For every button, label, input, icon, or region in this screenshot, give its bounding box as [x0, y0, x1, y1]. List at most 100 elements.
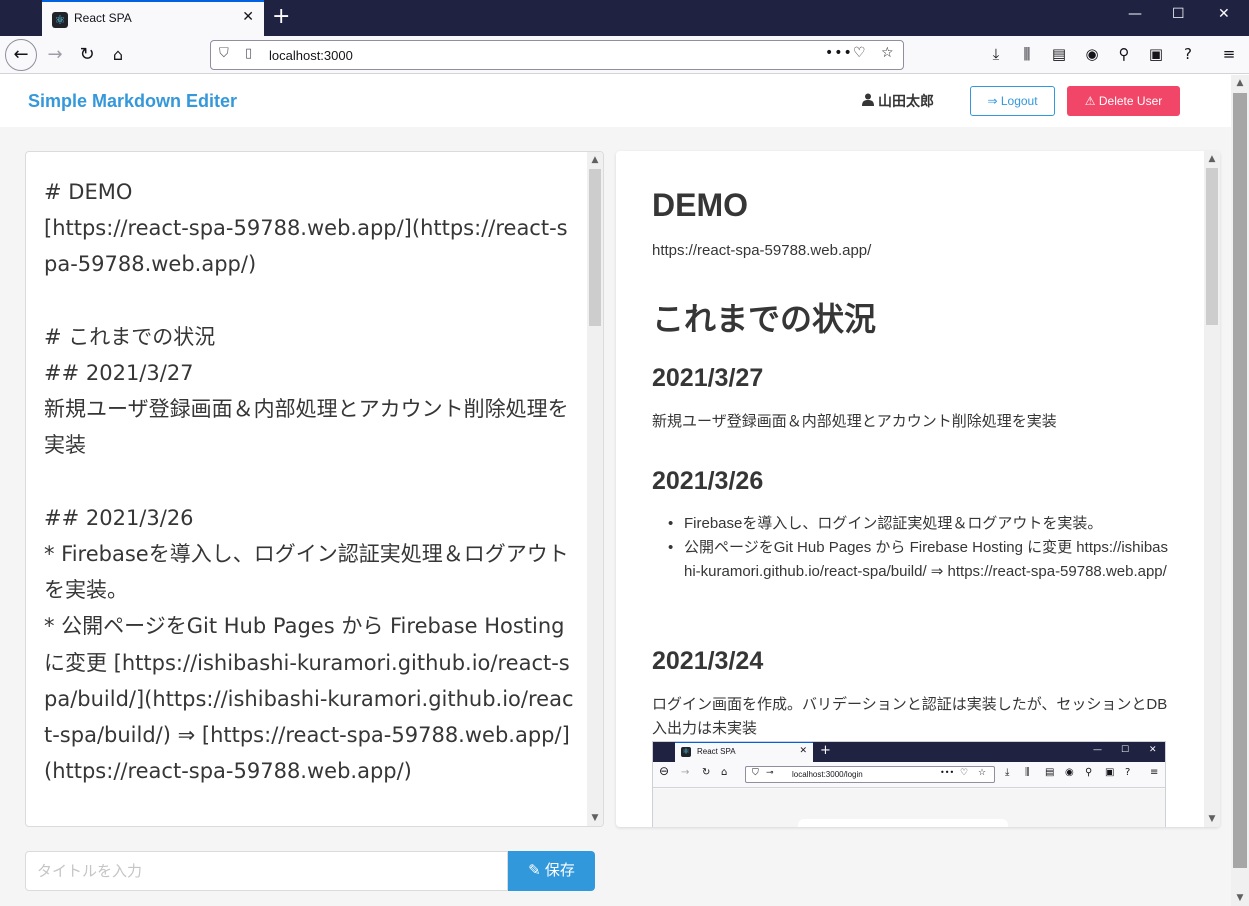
home-icon: ⌂	[721, 767, 728, 778]
shield-icon: ⛉	[752, 768, 759, 778]
preview-paragraph: ログイン画面を作成。バリデーションと認証は実装したが、セッションとDB入出力は未…	[652, 696, 1168, 737]
preview-date-heading: 2021/3/24	[652, 647, 764, 675]
react-icon: ⚛	[681, 747, 691, 757]
download-icon[interactable]: ⤓	[985, 45, 1007, 63]
close-window-button[interactable]: ✕	[1218, 6, 1230, 22]
page-scroll-thumb[interactable]	[1233, 93, 1247, 868]
back-arrow-icon: ⊖	[659, 764, 670, 778]
preview-heading-status: これまでの状況	[652, 301, 877, 337]
pocket-icon: ♡	[960, 768, 969, 778]
reload-icon[interactable]: ↻	[72, 40, 102, 70]
menu-icon[interactable]: ≡	[1218, 45, 1240, 63]
markdown-textarea[interactable]: # DEMO [https://react-spa-59788.web.app/…	[44, 174, 574, 789]
tab-title: React SPA	[74, 11, 132, 25]
maximize-icon: ☐	[1121, 745, 1130, 755]
list-item: 公開ページをGit Hub Pages から Firebase Hosting …	[652, 536, 1172, 584]
key-icon: ⊸	[766, 768, 774, 778]
page-scrollbar[interactable]: ▲ ▼	[1231, 75, 1249, 906]
browser-toolbar: ← → ↻ ⌂ ⛉ ▯ localhost:3000 ••• ♡ ☆ ⤓ ⫼ ▤…	[0, 36, 1249, 74]
preview-paragraph: 新規ユーザ登録画面＆内部処理とアカウント削除処理を実装	[652, 413, 1057, 430]
mini-tab: ⚛ React SPA ✕	[675, 742, 813, 762]
shield-icon[interactable]: ⛉	[219, 46, 229, 61]
delete-user-button[interactable]: ⚠ Delete User	[1067, 86, 1180, 116]
close-icon: ✕	[799, 746, 807, 756]
home-icon[interactable]: ⌂	[103, 40, 133, 70]
preview-heading-demo: DEMO	[652, 187, 748, 223]
mini-tab-title: React SPA	[697, 747, 736, 756]
preview-list: Firebaseを導入し、ログイン認証実処理＆ログアウトを実装。 公開ページをG…	[652, 512, 1172, 584]
title-input[interactable]	[25, 851, 508, 891]
editor-scroll-thumb[interactable]	[589, 169, 601, 326]
close-tab-icon[interactable]: ✕	[242, 9, 254, 25]
library-icon: ⫼	[1025, 767, 1030, 778]
user-name-text: 山田太郎	[878, 93, 934, 109]
user-name: 山田太郎	[862, 91, 934, 111]
mini-tab-bar: ⚛ React SPA ✕ + — ☐ ✕	[653, 742, 1165, 762]
warning-icon: ⚠	[1084, 94, 1096, 108]
forward-arrow-icon: →	[681, 767, 690, 778]
library-icon[interactable]: ⫼	[1016, 45, 1038, 63]
extension-icon: ▣	[1105, 767, 1115, 778]
menu-icon: ≡	[1150, 767, 1159, 778]
extension-icon[interactable]: ▣	[1145, 45, 1167, 63]
markdown-editor[interactable]: # DEMO [https://react-spa-59788.web.app/…	[25, 151, 604, 827]
react-icon: ⚛	[52, 12, 68, 28]
scroll-down-icon[interactable]: ▼	[1204, 811, 1220, 827]
scroll-down-icon[interactable]: ▼	[1231, 890, 1249, 906]
minimize-button[interactable]: —	[1128, 6, 1142, 22]
preview-date-heading: 2021/3/26	[652, 467, 764, 495]
user-icon	[862, 93, 874, 109]
search-extension-icon[interactable]: ⚲	[1113, 45, 1135, 63]
brand-title[interactable]: Simple Markdown Editer	[28, 91, 237, 112]
scroll-up-icon[interactable]: ▲	[587, 152, 603, 168]
more-actions-icon: •••	[940, 768, 955, 777]
mini-url-text: localhost:3000/login	[792, 770, 863, 779]
pocket-icon[interactable]: ♡	[853, 45, 866, 61]
download-icon: ⤓	[1005, 767, 1010, 778]
markdown-preview: DEMO https://react-spa-59788.web.app/ これ…	[616, 151, 1220, 827]
scroll-up-icon[interactable]: ▲	[1204, 151, 1220, 167]
preview-scrollbar[interactable]: ▲ ▼	[1204, 151, 1220, 827]
plus-icon: +	[820, 743, 831, 758]
preview-demo-link[interactable]: https://react-spa-59788.web.app/	[652, 239, 871, 263]
account-icon[interactable]: ◉	[1081, 45, 1103, 63]
page-icon: ▯	[245, 46, 253, 61]
delete-user-label: Delete User	[1098, 94, 1163, 108]
back-arrow-icon[interactable]: ←	[5, 39, 37, 71]
preview-date-heading: 2021/3/27	[652, 364, 764, 392]
page-content: Simple Markdown Editer 山田太郎 ⇒ Logout ⚠ D…	[0, 75, 1231, 906]
scroll-up-icon[interactable]: ▲	[1231, 75, 1249, 91]
minimize-icon: —	[1093, 745, 1102, 755]
account-icon: ◉	[1065, 767, 1074, 778]
logout-button[interactable]: ⇒ Logout	[970, 86, 1055, 116]
mini-toolbar: ⊖ → ↻ ⌂ ⛉ ⊸ localhost:3000/login ••• ♡ ☆…	[653, 762, 1165, 788]
close-icon: ✕	[1149, 745, 1157, 755]
reload-icon: ↻	[702, 767, 711, 778]
scroll-down-icon[interactable]: ▼	[587, 810, 603, 826]
save-button[interactable]: ✎ 保存	[508, 851, 595, 891]
help-icon: ?	[1125, 767, 1131, 778]
star-icon: ☆	[978, 768, 987, 778]
list-item: Firebaseを導入し、ログイン認証実処理＆ログアウトを実装。	[652, 512, 1172, 536]
mini-address-bar: ⛉ ⊸ localhost:3000/login ••• ♡ ☆	[745, 766, 995, 783]
preview-scroll-thumb[interactable]	[1206, 168, 1218, 325]
preview-screenshot-image: ⚛ React SPA ✕ + — ☐ ✕ ⊖ → ↻ ⌂ ⛉ ⊸ localh…	[652, 741, 1166, 827]
forward-arrow-icon[interactable]: →	[40, 40, 70, 70]
bookmark-star-icon[interactable]: ☆	[881, 45, 894, 61]
logout-label: Logout	[1000, 94, 1038, 108]
mini-login-card	[798, 819, 1008, 827]
edit-icon: ✎	[528, 862, 541, 879]
browser-tab[interactable]: ⚛ React SPA ✕	[42, 0, 264, 36]
more-actions-icon[interactable]: •••	[825, 45, 853, 61]
browser-tab-bar: ⚛ React SPA ✕ + — ☐ ✕	[0, 0, 1249, 36]
app-header: Simple Markdown Editer 山田太郎 ⇒ Logout ⚠ D…	[0, 75, 1231, 127]
editor-scrollbar[interactable]: ▲ ▼	[587, 152, 603, 826]
help-extension-icon[interactable]: ?	[1177, 45, 1199, 63]
maximize-button[interactable]: ☐	[1172, 6, 1185, 22]
url-text[interactable]: localhost:3000	[269, 48, 353, 63]
new-tab-button[interactable]: +	[272, 4, 290, 29]
address-bar[interactable]: ⛉ ▯ localhost:3000 ••• ♡ ☆	[210, 40, 904, 70]
sidebar-icon[interactable]: ▤	[1048, 45, 1070, 63]
sign-out-icon: ⇒	[987, 94, 998, 108]
mini-page-body	[653, 789, 1165, 827]
